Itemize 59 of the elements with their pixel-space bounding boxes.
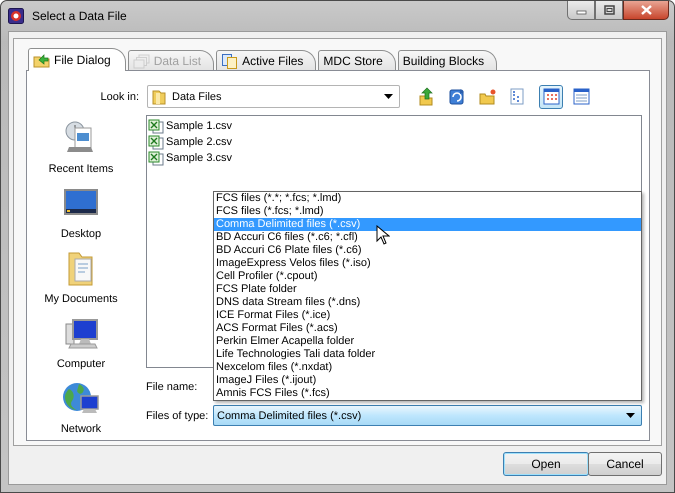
file-type-label: Files of type: [146,410,210,422]
tab[interactable]: Building Blocks [398,50,498,70]
places-label: Recent Items [48,163,114,175]
list-icon [508,87,526,106]
dropdown-option[interactable]: ACS Format Files (*.acs) [214,322,641,335]
dropdown-option[interactable]: Cell Profiler (*.cpout) [214,270,641,283]
refresh-icon [448,87,466,106]
places-label: Desktop [60,228,102,240]
tab[interactable]: Active Files [216,50,316,70]
dropdown-option[interactable]: FCS Plate folder [214,283,641,296]
stack-icon [132,52,151,68]
places-label: Network [60,423,102,435]
places-item[interactable]: Desktop [29,180,133,245]
dialog-button[interactable]: Open [503,452,589,476]
grid-icon [542,87,560,106]
documents-icon [221,52,240,68]
restore-button[interactable] [595,1,623,20]
dropdown-option[interactable]: FCS files (*.fcs; *.lmd) [214,205,641,218]
mouse-pointer-icon [376,225,390,245]
dialog-button[interactable]: Cancel [588,452,662,476]
dropdown-option[interactable]: ImageExpress Velos files (*.iso) [214,257,641,270]
toolbar-button[interactable] [539,84,563,108]
app-icon [8,8,24,24]
dropdown-option[interactable]: Amnis FCS Files (*.fcs) [214,387,641,400]
places-item[interactable]: Recent Items [29,115,133,180]
look-in-label: Look in: [99,90,140,102]
file-type-dropdown[interactable]: Comma Delimited files (*.csv) [213,405,642,426]
dropdown-option[interactable]: DNS data Stream files (*.dns) [214,296,641,309]
tab[interactable]: MDC Store [318,50,396,70]
places-item[interactable]: Network [29,375,133,440]
window-title: Select a Data File [32,9,127,23]
places-item[interactable]: My Documents [29,245,133,310]
look-in-dropdown[interactable]: Data Files [147,85,400,108]
file-name-label: File name: [146,381,198,393]
file-item[interactable]: Sample 2.csv [148,134,232,150]
table-icon [572,87,590,106]
dropdown-option[interactable]: BD Accuri C6 Plate files (*.c6) [214,244,641,257]
close-icon [640,5,652,15]
minimize-button[interactable] [567,1,595,20]
places-label: Computer [56,358,106,370]
dropdown-option[interactable]: Life Technologies Tali data folder [214,348,641,361]
new-folder-icon [478,87,496,106]
dropdown-option[interactable]: Perkin Elmer Acapella folder [214,335,641,348]
dropdown-option[interactable]: Nexcelom files (*.nxdat) [214,361,641,374]
folder-icon [33,52,51,68]
dropdown-option[interactable]: FCS files (*.*; *.fcs; *.lmd) [214,192,641,205]
tab[interactable]: File Dialog [28,48,126,71]
file-item[interactable]: Sample 1.csv [148,118,232,134]
places-item[interactable]: Computer [29,310,133,375]
places-label: My Documents [44,293,118,305]
dropdown-arrow-icon [384,94,393,99]
dropdown-option[interactable]: ImageJ Files (*.ijout) [214,374,641,387]
dropdown-option[interactable]: BD Accuri C6 files (*.c6; *.cfl) [214,231,641,244]
dropdown-option[interactable]: ICE Format Files (*.ice) [214,309,641,322]
restore-icon [604,5,614,15]
folder-icon [152,88,166,104]
close-button[interactable] [623,1,669,20]
dropdown-arrow-icon [626,413,635,418]
file-item[interactable]: Sample 3.csv [148,150,232,166]
